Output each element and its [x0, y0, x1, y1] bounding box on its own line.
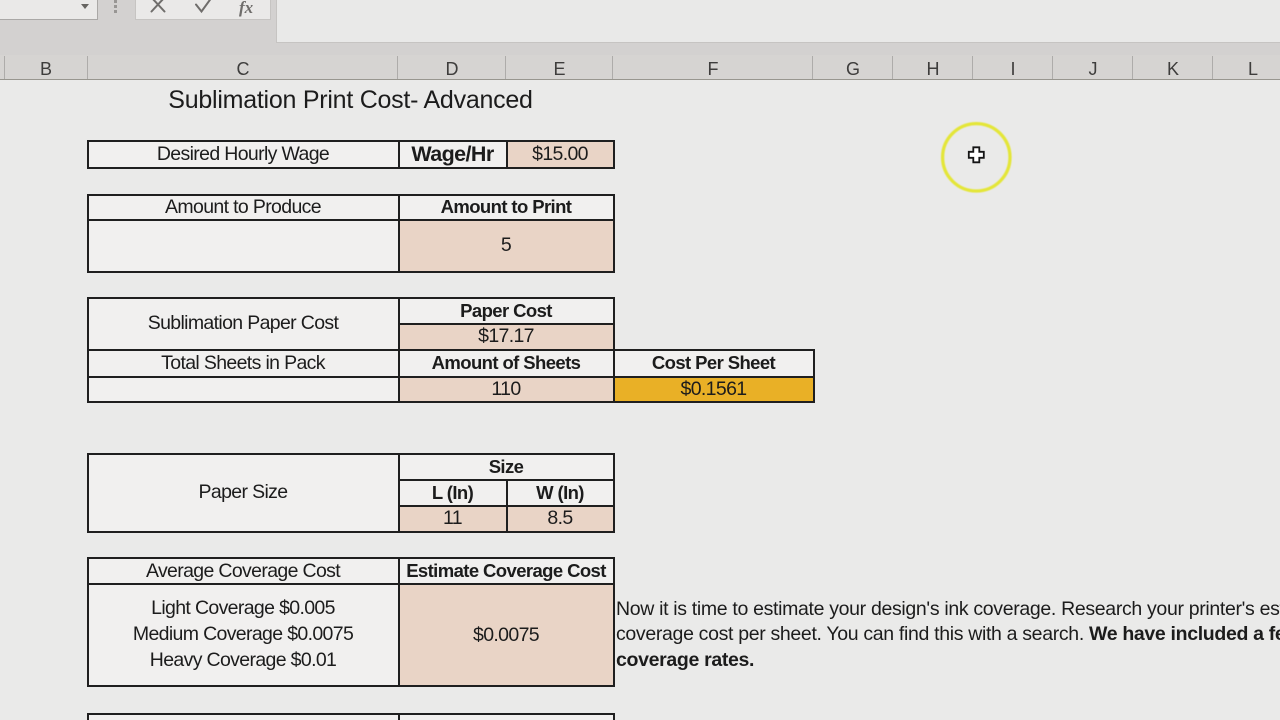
- svg-text:fx: fx: [239, 0, 254, 17]
